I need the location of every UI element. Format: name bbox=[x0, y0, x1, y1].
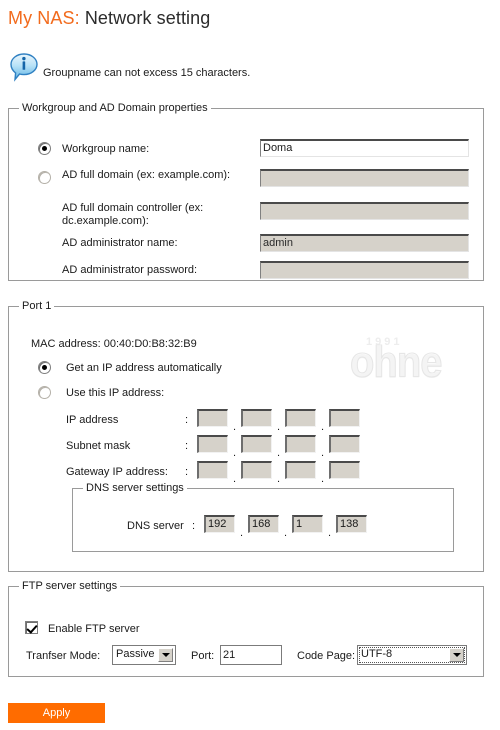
input-dns-octet-4[interactable]: 138 bbox=[336, 515, 367, 533]
separator-dns-2: . bbox=[284, 527, 288, 539]
input-ad-administrator-password[interactable] bbox=[260, 261, 469, 279]
input-subnet-octet-1[interactable] bbox=[197, 435, 228, 453]
chevron-down-icon[interactable] bbox=[158, 648, 173, 662]
radio-ad-full-domain[interactable] bbox=[38, 171, 51, 184]
page-title: My NAS: Network setting bbox=[8, 8, 210, 29]
workgroup-group-legend: Workgroup and AD Domain properties bbox=[22, 102, 208, 114]
colon-dns-server: : bbox=[192, 520, 196, 532]
input-dns-octet-3[interactable]: 1 bbox=[292, 515, 323, 533]
separator-dns-1: . bbox=[240, 527, 244, 539]
workgroup-ad-domain-group: Workgroup and AD Domain properties Workg… bbox=[8, 102, 484, 281]
port1-group-legend: Port 1 bbox=[22, 300, 52, 312]
label-transfer-mode: Tranfser Mode: bbox=[26, 650, 101, 662]
label-ad-full-domain: AD full domain (ex: example.com): bbox=[62, 169, 231, 181]
label-port: Port: bbox=[191, 650, 215, 662]
separator-ip-1: . bbox=[233, 421, 237, 433]
radio-workgroup-name[interactable] bbox=[38, 142, 51, 155]
ftp-server-settings-group: FTP server settings Enable FTP server Tr… bbox=[8, 580, 484, 677]
radio-use-this-ip[interactable] bbox=[38, 386, 51, 399]
input-port[interactable]: 21 bbox=[220, 645, 282, 665]
input-ip-octet-1[interactable] bbox=[197, 409, 228, 427]
page-title-text: Network setting bbox=[84, 8, 211, 28]
mac-address-text: MAC address: 00:40:D0:B8:32:B9 bbox=[31, 338, 197, 350]
label-ad-administrator-password: AD administrator password: bbox=[62, 264, 198, 276]
info-notice: Groupname can not excess 15 characters. bbox=[10, 52, 250, 86]
select-code-page[interactable]: UTF-8 bbox=[357, 645, 467, 665]
label-get-ip-automatically: Get an IP address automatically bbox=[66, 362, 222, 374]
chevron-down-icon[interactable] bbox=[449, 648, 464, 662]
select-transfer-mode-value: Passive bbox=[116, 648, 155, 660]
input-subnet-octet-4[interactable] bbox=[329, 435, 360, 453]
input-ad-administrator-name[interactable]: admin bbox=[260, 234, 469, 252]
input-gateway-octet-2[interactable] bbox=[241, 461, 272, 479]
select-transfer-mode[interactable]: Passive bbox=[112, 645, 176, 665]
radio-get-ip-automatically[interactable] bbox=[38, 361, 51, 374]
label-dns-server: DNS server bbox=[127, 520, 184, 532]
apply-button[interactable]: Apply bbox=[8, 703, 105, 723]
input-workgroup-name[interactable]: Doma bbox=[260, 139, 469, 157]
label-code-page: Code Page: bbox=[297, 650, 356, 662]
separator-subnet-2: . bbox=[277, 447, 281, 459]
ftp-group-legend: FTP server settings bbox=[22, 580, 118, 592]
input-subnet-octet-3[interactable] bbox=[285, 435, 316, 453]
input-dns-octet-1[interactable]: 192 bbox=[204, 515, 235, 533]
label-ad-domain-controller: AD full domain controller (ex: dc.exampl… bbox=[62, 202, 204, 227]
checkbox-enable-ftp-server[interactable] bbox=[25, 621, 38, 634]
colon-ip-address: : bbox=[185, 414, 189, 426]
select-code-page-value: UTF-8 bbox=[361, 648, 393, 660]
info-bubble-icon bbox=[10, 52, 40, 86]
label-enable-ftp-server: Enable FTP server bbox=[48, 623, 140, 635]
separator-subnet-3: . bbox=[321, 447, 325, 459]
label-gateway-ip: Gateway IP address: bbox=[66, 466, 168, 478]
input-gateway-octet-3[interactable] bbox=[285, 461, 316, 479]
separator-ip-3: . bbox=[321, 421, 325, 433]
label-subnet-mask: Subnet mask bbox=[66, 440, 131, 452]
dns-server-settings-group: DNS server settings DNS server : 192 . 1… bbox=[72, 482, 454, 552]
separator-ip-2: . bbox=[277, 421, 281, 433]
label-ad-administrator-name: AD administrator name: bbox=[62, 237, 178, 249]
label-workgroup-name: Workgroup name: bbox=[62, 143, 150, 155]
page-title-brand: My NAS: bbox=[8, 8, 80, 28]
input-ad-domain-controller[interactable] bbox=[260, 202, 469, 220]
input-ip-octet-3[interactable] bbox=[285, 409, 316, 427]
input-ad-full-domain[interactable] bbox=[260, 169, 469, 187]
input-ip-octet-2[interactable] bbox=[241, 409, 272, 427]
separator-dns-3: . bbox=[328, 527, 332, 539]
label-ip-address: IP address bbox=[66, 414, 119, 426]
input-ip-octet-4[interactable] bbox=[329, 409, 360, 427]
label-use-this-ip: Use this IP address: bbox=[66, 387, 165, 399]
port1-group: Port 1 MAC address: 00:40:D0:B8:32:B9 Ge… bbox=[8, 300, 484, 572]
input-gateway-octet-4[interactable] bbox=[329, 461, 360, 479]
separator-subnet-1: . bbox=[233, 447, 237, 459]
info-notice-text: Groupname can not excess 15 characters. bbox=[43, 67, 251, 79]
colon-gateway-ip: : bbox=[185, 466, 189, 478]
colon-subnet-mask: : bbox=[185, 440, 189, 452]
dns-group-legend: DNS server settings bbox=[86, 482, 184, 494]
input-subnet-octet-2[interactable] bbox=[241, 435, 272, 453]
input-gateway-octet-1[interactable] bbox=[197, 461, 228, 479]
input-dns-octet-2[interactable]: 168 bbox=[248, 515, 279, 533]
